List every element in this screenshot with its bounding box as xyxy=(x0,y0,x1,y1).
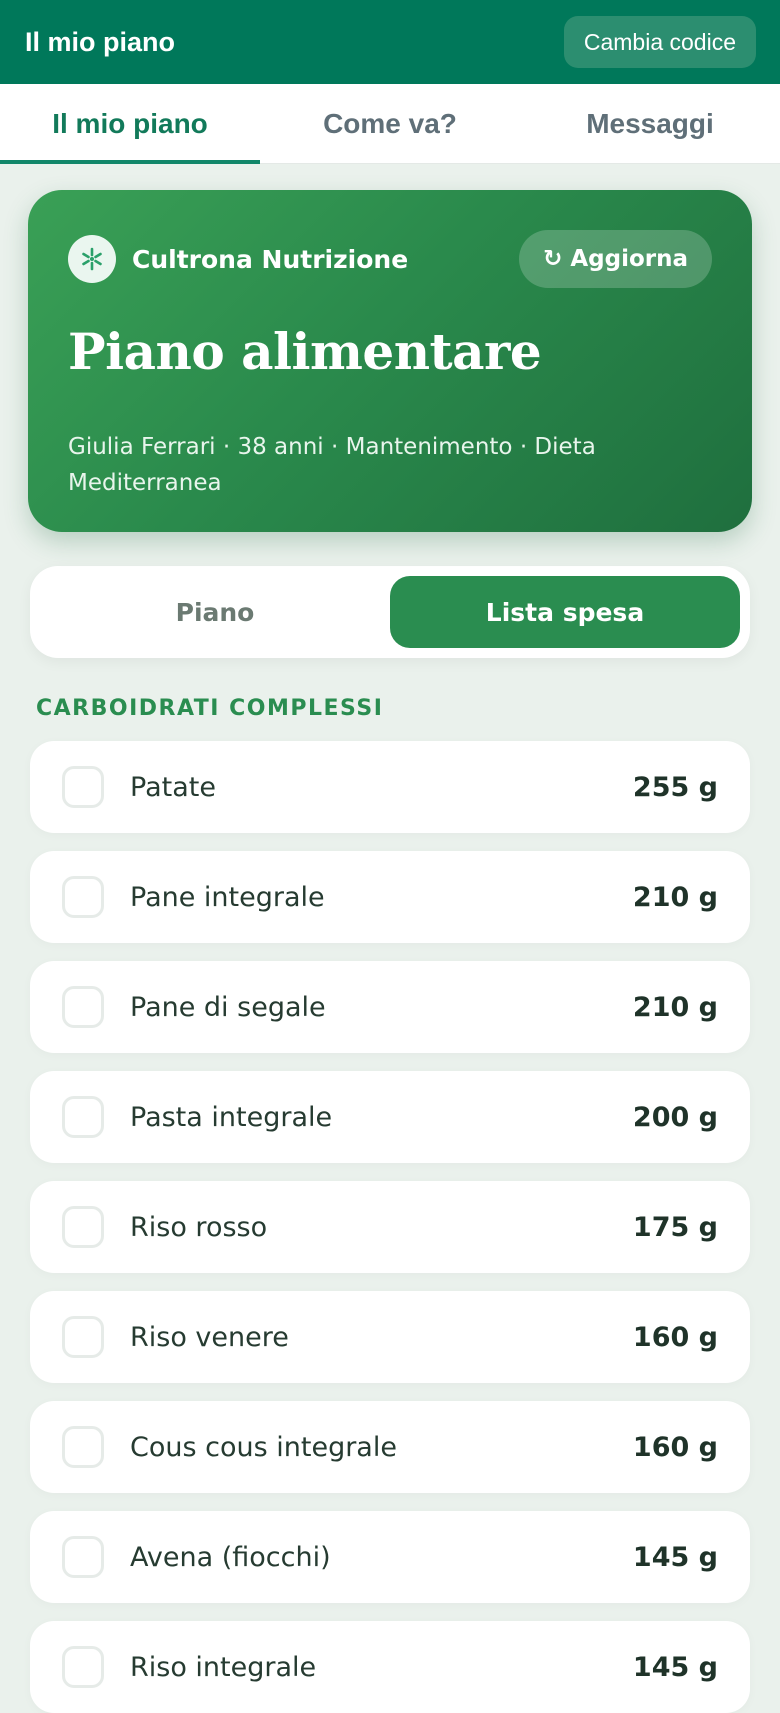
list-item[interactable]: Riso integrale 145 g xyxy=(30,1621,750,1713)
item-name: Riso venere xyxy=(130,1321,289,1353)
item-name: Riso rosso xyxy=(130,1211,268,1243)
change-code-button[interactable]: Cambia codice xyxy=(563,16,756,68)
list-item[interactable]: Avena (fiocchi) 145 g xyxy=(30,1511,750,1603)
item-name: Avena (fiocchi) xyxy=(130,1541,331,1573)
page-title: Piano alimentare xyxy=(68,322,542,381)
item-checkbox[interactable] xyxy=(62,1646,104,1688)
item-quantity: 160 g xyxy=(632,1431,718,1463)
refresh-label: Aggiorna xyxy=(570,246,688,272)
item-checkbox[interactable] xyxy=(62,876,104,918)
section-title: CARBOIDRATI COMPLESSI xyxy=(36,696,384,721)
brand: Cultrona Nutrizione xyxy=(68,235,408,283)
client-summary: Giulia Ferrari · 38 anni · Mantenimento … xyxy=(68,434,596,496)
segment-piano[interactable]: Piano xyxy=(40,576,390,648)
item-name: Pasta integrale xyxy=(130,1101,333,1133)
item-quantity: 255 g xyxy=(632,771,718,803)
item-name: Riso integrale xyxy=(130,1651,317,1683)
list-item[interactable]: Patate 255 g xyxy=(30,741,750,833)
segment-lista-spesa[interactable]: Lista spesa xyxy=(390,576,740,648)
shopping-list: Patate 255 g Pane integrale 210 g Pane d… xyxy=(30,741,750,1713)
item-quantity: 145 g xyxy=(632,1541,718,1573)
item-name: Pane integrale xyxy=(130,881,325,913)
item-quantity: 175 g xyxy=(632,1211,718,1243)
item-checkbox[interactable] xyxy=(62,1316,104,1358)
tab-bar: Il mio piano Come va? Messaggi xyxy=(0,84,780,164)
item-name: Patate xyxy=(130,771,216,803)
tab-come-va[interactable]: Come va? xyxy=(260,84,520,163)
list-item[interactable]: Cous cous integrale 160 g xyxy=(30,1401,750,1493)
refresh-icon: ↻ xyxy=(543,246,563,272)
brand-name: Cultrona Nutrizione xyxy=(132,244,409,274)
plan-header-card: Cultrona Nutrizione ↻ Aggiorna Piano ali… xyxy=(28,190,752,532)
list-item[interactable]: Riso rosso 175 g xyxy=(30,1181,750,1273)
tab-il-mio-piano[interactable]: Il mio piano xyxy=(0,84,260,164)
view-switcher: Piano Lista spesa xyxy=(30,566,750,658)
list-item[interactable]: Pane integrale 210 g xyxy=(30,851,750,943)
tab-messaggi[interactable]: Messaggi xyxy=(520,84,780,163)
item-name: Pane di segale xyxy=(130,991,326,1023)
app-bar: Il mio piano Cambia codice xyxy=(0,0,780,84)
item-quantity: 200 g xyxy=(632,1101,718,1133)
sparkle-icon xyxy=(68,235,116,283)
app-title: Il mio piano xyxy=(25,26,176,57)
item-quantity: 145 g xyxy=(632,1651,718,1683)
list-item[interactable]: Pasta integrale 200 g xyxy=(30,1071,750,1163)
item-quantity: 160 g xyxy=(632,1321,718,1353)
item-quantity: 210 g xyxy=(632,991,718,1023)
item-checkbox[interactable] xyxy=(62,1096,104,1138)
item-checkbox[interactable] xyxy=(62,766,104,808)
item-name: Cous cous integrale xyxy=(130,1431,397,1463)
item-quantity: 210 g xyxy=(632,881,718,913)
list-item[interactable]: Pane di segale 210 g xyxy=(30,961,750,1053)
item-checkbox[interactable] xyxy=(62,986,104,1028)
item-checkbox[interactable] xyxy=(62,1536,104,1578)
refresh-button[interactable]: ↻ Aggiorna xyxy=(519,230,712,288)
item-checkbox[interactable] xyxy=(62,1206,104,1248)
list-item[interactable]: Riso venere 160 g xyxy=(30,1291,750,1383)
item-checkbox[interactable] xyxy=(62,1426,104,1468)
